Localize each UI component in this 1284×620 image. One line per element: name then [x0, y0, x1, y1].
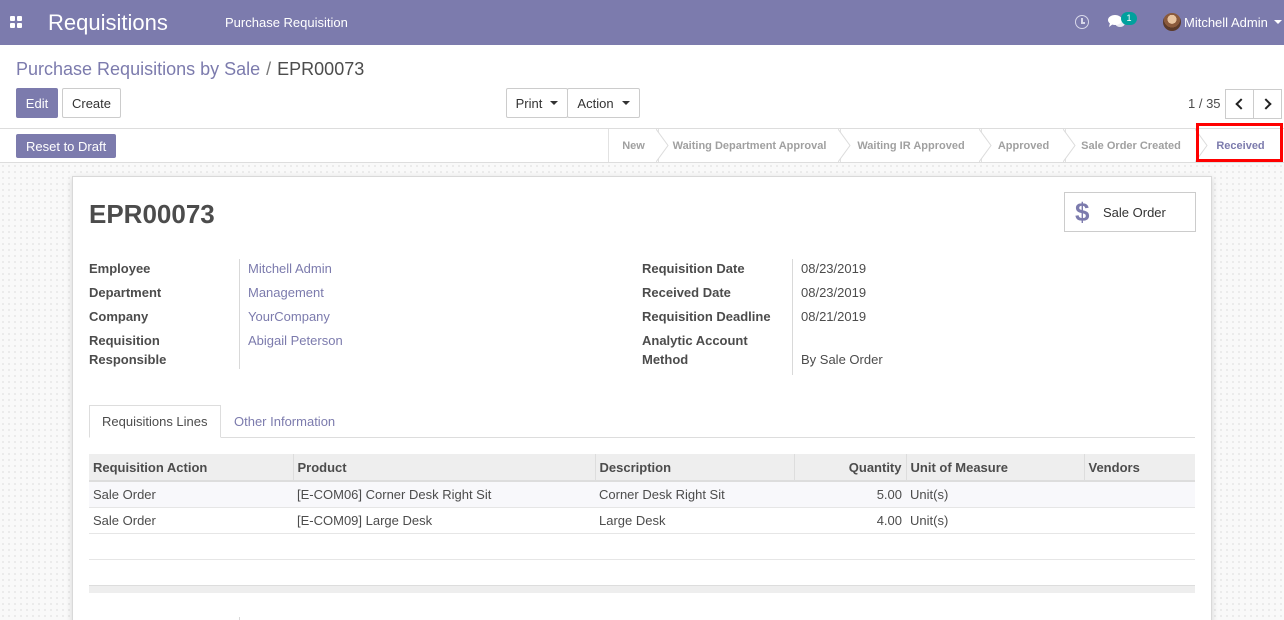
- reset-to-draft-button[interactable]: Reset to Draft: [16, 134, 117, 158]
- employee-label: Employee: [89, 261, 151, 276]
- breadcrumb-separator: /: [266, 59, 272, 79]
- table-cell: 5.00: [794, 481, 906, 508]
- sale-order-smart-button[interactable]: $ Sale Order: [1064, 192, 1196, 232]
- requisition-date-value[interactable]: 08/23/2019: [801, 259, 866, 278]
- company-value[interactable]: YourCompany: [248, 307, 330, 326]
- column-header[interactable]: Vendors: [1083, 454, 1195, 482]
- caret-down-icon: [550, 101, 559, 105]
- requisition-lines-table: Requisition Action Product Description Q…: [89, 454, 1195, 534]
- print-label: Print: [515, 95, 543, 111]
- column-header[interactable]: Description: [594, 454, 794, 482]
- table-footer: [89, 585, 1195, 593]
- menu-purchase-requisition[interactable]: Purchase Requisition: [225, 15, 348, 30]
- chevron-left-icon: [1235, 98, 1247, 110]
- breadcrumb-current: EPR00073: [277, 59, 365, 79]
- column-header[interactable]: Unit of Measure: [905, 454, 1084, 482]
- pager-next-button[interactable]: [1253, 89, 1282, 119]
- field-divider: [239, 259, 240, 369]
- requisition-responsible-value[interactable]: Abigail Peterson: [248, 331, 343, 350]
- breadcrumb: Purchase Requisitions by Sale / EPR00073: [16, 59, 364, 80]
- tab-other-information[interactable]: Other Information: [222, 405, 347, 438]
- requisition-responsible-label-line2: Responsible: [89, 352, 167, 367]
- table-cell: 4.00: [794, 507, 906, 534]
- stage-arrow-icon: [656, 129, 669, 162]
- method-label: Method: [642, 352, 689, 367]
- column-header[interactable]: Requisition Action: [89, 454, 293, 482]
- action-dropdown[interactable]: Action: [567, 88, 640, 118]
- user-avatar[interactable]: [1163, 13, 1181, 31]
- chat-badge: 1: [1121, 12, 1137, 25]
- method-value[interactable]: By Sale Order: [801, 350, 883, 369]
- field-divider: [792, 259, 793, 375]
- breadcrumb-parent[interactable]: Purchase Requisitions by Sale: [16, 59, 260, 79]
- activity-clock-icon[interactable]: [1075, 15, 1089, 29]
- received-date-label: Received Date: [642, 285, 731, 300]
- table-cell: [E-COM06] Corner Desk Right Sit: [293, 481, 595, 508]
- table-cell: Sale Order: [89, 481, 293, 508]
- smart-button-label: Sale Order: [1103, 204, 1166, 220]
- table-cell: [1084, 507, 1195, 534]
- record-title: EPR00073: [89, 199, 215, 229]
- form-sheet: EPR00073 $ Sale Order Employee Mitchell …: [72, 176, 1212, 620]
- received-date-value[interactable]: 08/23/2019: [801, 283, 866, 302]
- company-label: Company: [89, 309, 149, 324]
- requisition-responsible-label-line1: Requisition: [89, 333, 160, 348]
- stage-approved[interactable]: Approved: [981, 129, 1065, 162]
- status-bar: Reset to Draft New Waiting Department Ap…: [0, 128, 1284, 163]
- department-value[interactable]: Management: [248, 283, 324, 302]
- stage-arrow-icon: [1063, 129, 1076, 162]
- user-menu-caret-icon[interactable]: [1274, 20, 1282, 24]
- tab-divider: [89, 437, 1195, 438]
- action-label: Action: [577, 95, 614, 111]
- pager-value[interactable]: 1 / 35: [1188, 96, 1221, 111]
- received-stage-highlight: [1196, 123, 1283, 162]
- stage-waiting-ir-approved[interactable]: Waiting IR Approved: [840, 129, 981, 162]
- column-header[interactable]: Quantity: [793, 454, 906, 482]
- table-row[interactable]: Sale Order [E-COM06] Corner Desk Right S…: [89, 481, 1195, 508]
- stage-arrow-icon: [838, 129, 851, 162]
- requisition-deadline-label: Requisition Deadline: [642, 309, 771, 324]
- edit-button[interactable]: Edit: [16, 88, 58, 118]
- requisition-deadline-value[interactable]: 08/21/2019: [801, 307, 866, 326]
- requisition-date-label: Requisition Date: [642, 261, 745, 276]
- user-menu[interactable]: Mitchell Admin: [1184, 15, 1268, 30]
- app-title[interactable]: Requisitions: [48, 10, 168, 36]
- column-header[interactable]: Product: [292, 454, 595, 482]
- table-cell: Sale Order: [89, 507, 293, 534]
- department-label: Department: [89, 285, 162, 300]
- apps-menu-icon[interactable]: [10, 16, 22, 28]
- empty-table-row: [89, 534, 1195, 560]
- dollar-icon: $: [1075, 196, 1090, 227]
- print-dropdown[interactable]: Print: [506, 88, 568, 118]
- chevron-right-icon: [1260, 98, 1272, 110]
- table-cell: [E-COM09] Large Desk: [293, 507, 595, 534]
- requisition-responsible-label: Requisition Responsible: [89, 331, 166, 369]
- pager-previous-button[interactable]: [1225, 89, 1254, 119]
- top-navbar: Requisitions Purchase Requisition 1 Mitc…: [0, 0, 1284, 45]
- table-row[interactable]: Sale Order [E-COM09] Large Desk Large De…: [89, 507, 1195, 534]
- table-cell: Unit(s): [906, 481, 1084, 508]
- create-button[interactable]: Create: [62, 88, 121, 118]
- analytic-account-label: Analytic Account: [642, 333, 748, 348]
- stage-sale-order-created[interactable]: Sale Order Created: [1065, 129, 1196, 162]
- stage-arrow-icon: [979, 129, 992, 162]
- stage-new[interactable]: New: [608, 129, 658, 162]
- caret-down-icon: [621, 101, 630, 105]
- table-cell: Unit(s): [906, 507, 1084, 534]
- table-cell: Large Desk: [595, 507, 794, 534]
- employee-value[interactable]: Mitchell Admin: [248, 259, 332, 278]
- table-header-row: Requisition Action Product Description Q…: [89, 454, 1195, 482]
- table-cell: [1084, 481, 1195, 508]
- tab-requisitions-lines[interactable]: Requisitions Lines: [89, 405, 221, 438]
- table-cell: Corner Desk Right Sit: [595, 481, 794, 508]
- stage-waiting-department-approval[interactable]: Waiting Department Approval: [658, 129, 840, 162]
